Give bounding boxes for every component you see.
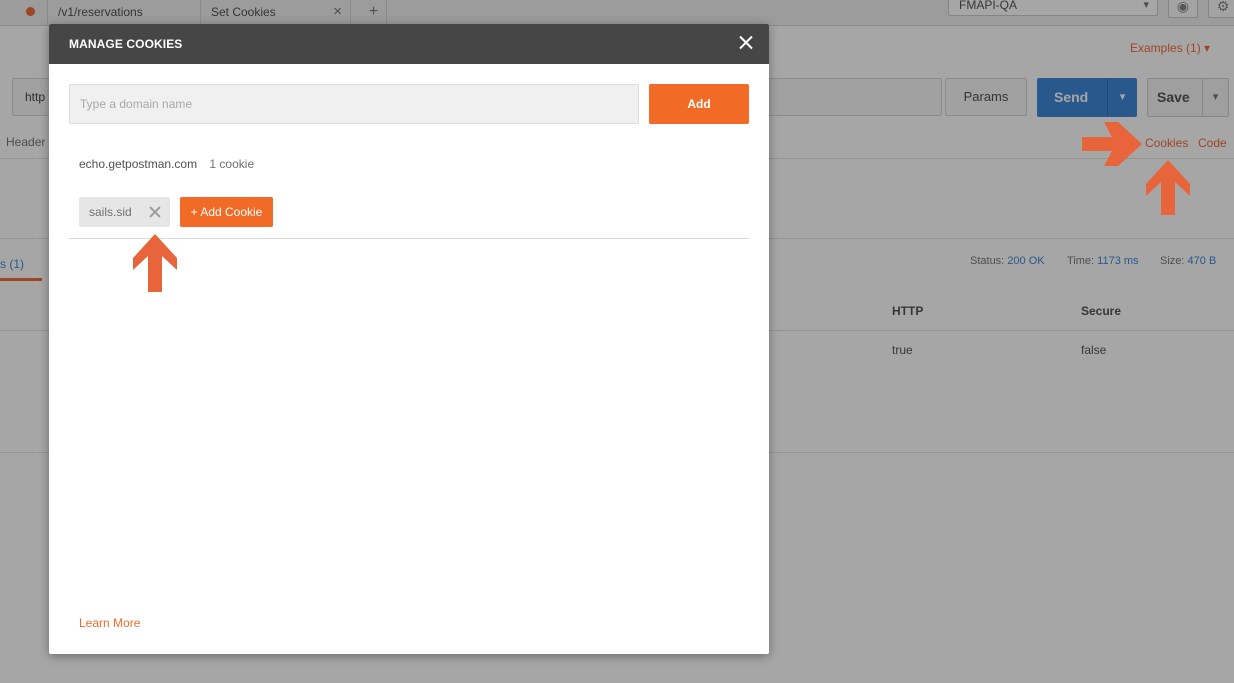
close-icon[interactable] [735, 32, 757, 54]
modal-title: MANAGE COOKIES [69, 37, 183, 51]
add-domain-button[interactable]: Add [649, 84, 749, 124]
add-cookie-button[interactable]: + Add Cookie [180, 197, 273, 227]
manage-cookies-modal: MANAGE COOKIES Add echo.getpostman.com 1… [49, 24, 769, 654]
arrow-up-icon [133, 234, 177, 292]
cookie-name: sails.sid [89, 205, 132, 219]
cookie-count: 1 cookie [209, 157, 255, 171]
cookie-domain-row: echo.getpostman.com 1 cookie [79, 157, 254, 171]
learn-more-link[interactable]: Learn More [79, 616, 140, 630]
arrow-up-icon [1146, 160, 1190, 215]
arrow-right-icon [1082, 122, 1142, 166]
modal-header: MANAGE COOKIES [49, 24, 769, 64]
domain-input[interactable] [69, 84, 639, 124]
remove-cookie-icon[interactable] [148, 205, 162, 219]
domain-name: echo.getpostman.com [79, 157, 198, 171]
cookie-chip-sails-sid[interactable]: sails.sid [79, 197, 170, 227]
